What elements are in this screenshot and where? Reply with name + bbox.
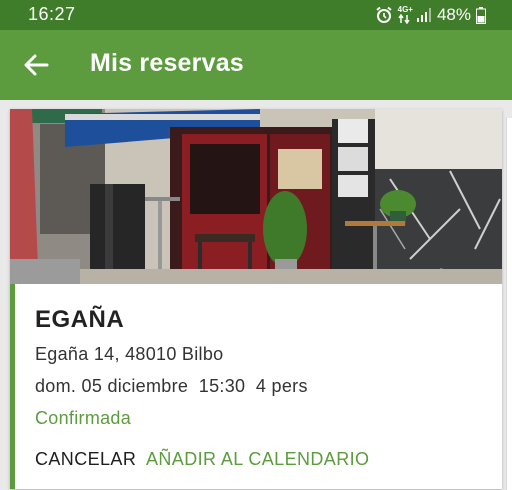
status-time: 16:27: [28, 4, 76, 24]
alarm-icon: [375, 6, 393, 24]
restaurant-photo: [10, 109, 502, 284]
status-badge: Confirmada: [35, 408, 132, 428]
back-button[interactable]: [18, 47, 54, 83]
signal-icon: [416, 7, 432, 23]
app-bar: Mis reservas: [0, 30, 512, 100]
status-bar: 16:27 4G+ 48%: [0, 0, 512, 30]
network-label: 4G+: [397, 5, 413, 14]
battery-icon: [476, 6, 486, 24]
restaurant-address: Egaña 14, 48010 Bilbo: [35, 344, 224, 364]
card-accent-bar: [10, 284, 15, 489]
next-card-edge: [506, 118, 512, 490]
reservation-card[interactable]: EGAÑA Egaña 14, 48010 Bilbo dom. 05 dici…: [10, 109, 502, 489]
restaurant-name: EGAÑA: [35, 306, 125, 333]
status-icons: 4G+ 48%: [375, 5, 486, 25]
page-title: Mis reservas: [90, 49, 244, 77]
arrow-left-icon: [24, 54, 49, 76]
add-to-calendar-button[interactable]: AÑADIR AL CALENDARIO: [146, 449, 369, 470]
reservation-datetime: dom. 05 diciembre 15:30 4 pers: [35, 376, 308, 396]
battery-percent: 48%: [436, 5, 471, 24]
cancel-button[interactable]: CANCELAR: [35, 449, 136, 470]
network-arrows-icon: 4G+: [397, 5, 413, 24]
